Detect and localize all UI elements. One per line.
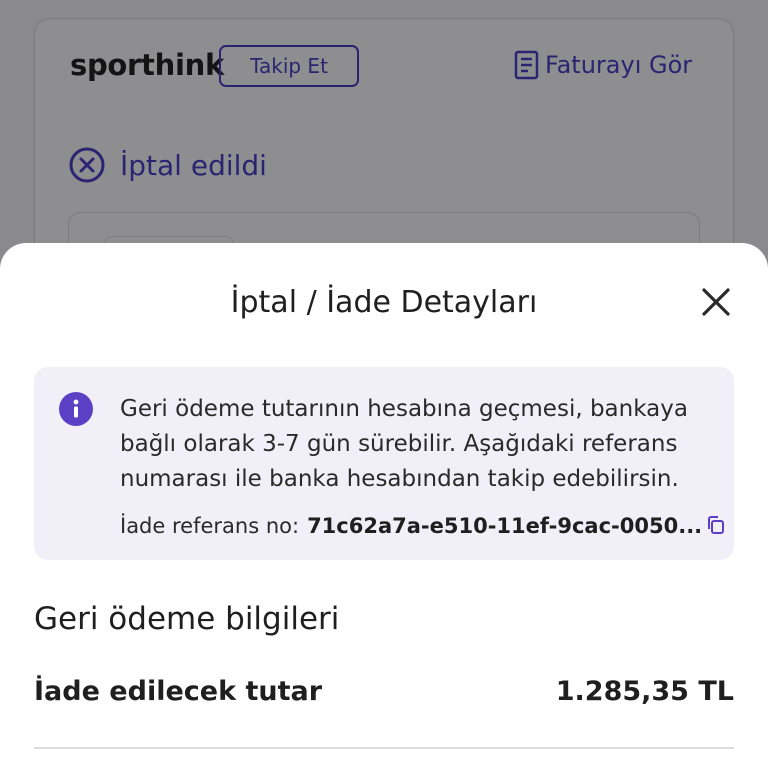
document-icon xyxy=(513,50,541,80)
close-icon xyxy=(701,287,731,320)
info-message: Geri ödeme tutarının hesabına geçmesi, b… xyxy=(120,396,688,492)
sheet-title: İptal / İade Detayları xyxy=(230,285,538,320)
section-title: Geri ödeme bilgileri xyxy=(34,601,340,637)
cancel-circle-icon xyxy=(68,146,106,184)
copy-icon xyxy=(706,515,726,538)
refund-reference-row: İade referans no: 71c62a7a-e510-11ef-9ca… xyxy=(120,514,728,538)
close-button[interactable] xyxy=(696,283,736,323)
order-status: İptal edildi xyxy=(68,146,267,184)
follow-button[interactable]: Takip Et xyxy=(219,45,359,87)
refund-amount-value: 1.285,35 TL xyxy=(555,676,734,707)
view-invoice-link[interactable]: Faturayı Gör xyxy=(513,50,692,80)
divider xyxy=(34,747,734,749)
refund-reference-label: İade referans no: xyxy=(120,514,300,538)
view-invoice-label: Faturayı Gör xyxy=(545,51,693,79)
info-icon xyxy=(59,392,93,426)
store-name[interactable]: sporthink xyxy=(70,48,224,82)
refund-reference-value[interactable]: 71c62a7a-e510-11ef-9cac-0050... xyxy=(307,514,702,538)
status-text: İptal edildi xyxy=(120,148,267,182)
copy-reference-button[interactable] xyxy=(704,514,728,538)
refund-amount-label: İade edilecek tutar xyxy=(34,676,323,707)
